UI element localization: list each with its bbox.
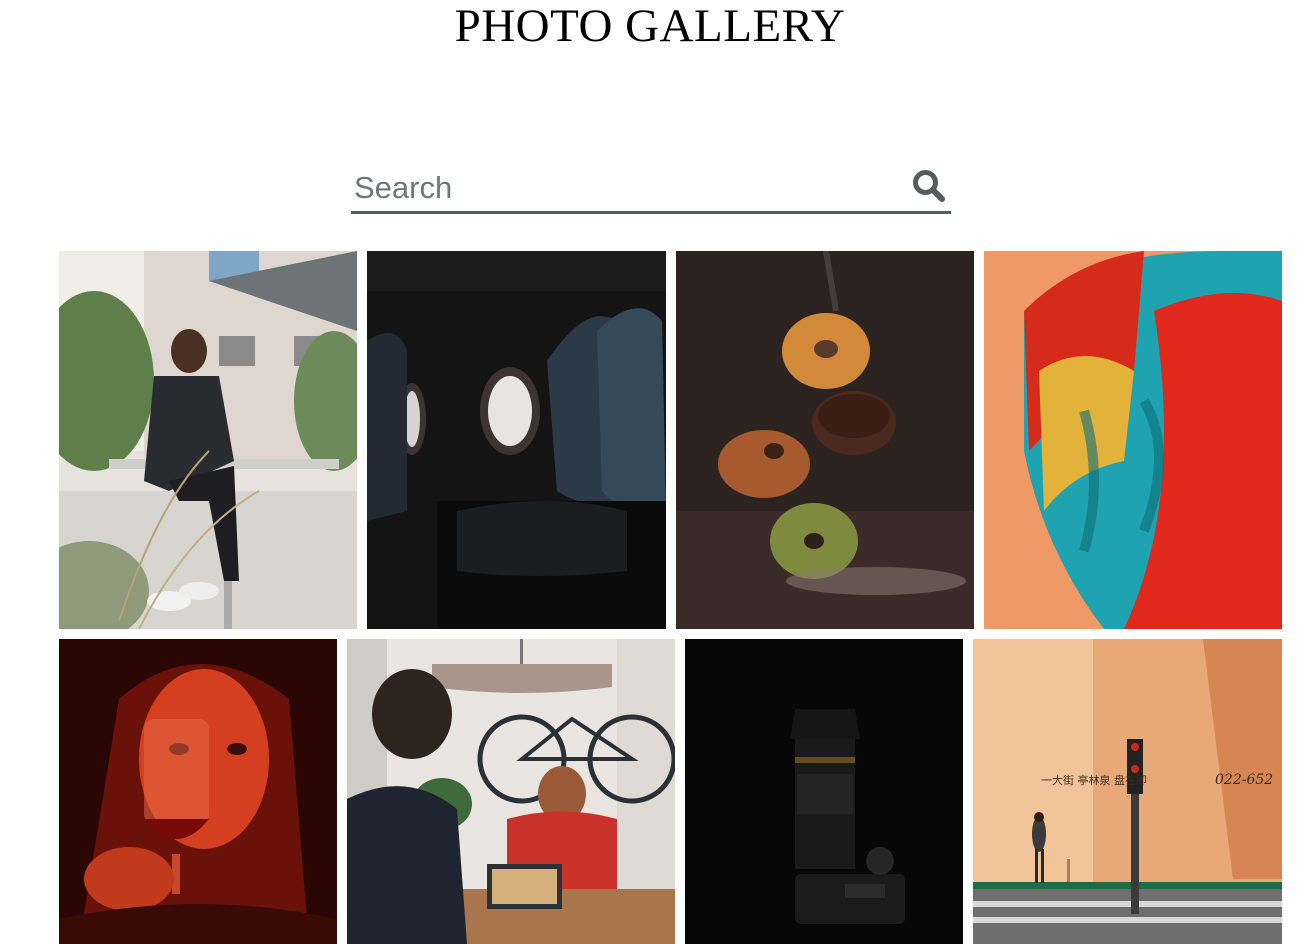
- gallery-photo-macaw[interactable]: [984, 251, 1282, 629]
- gallery-row: 一大街 亭林泉 盘在即 022-652: [59, 639, 1282, 944]
- search-input[interactable]: [354, 168, 894, 208]
- gallery-row: [59, 251, 1282, 629]
- page-title: PHOTO GALLERY: [454, 0, 846, 52]
- gallery-photo-donuts[interactable]: [676, 251, 974, 629]
- gallery-photo-camera[interactable]: [685, 639, 963, 944]
- search-icon: [913, 170, 945, 202]
- gallery-photo-businessman[interactable]: [59, 251, 357, 629]
- gallery-photo-airplane-cabin[interactable]: [367, 251, 666, 629]
- gallery-photo-woman-wine[interactable]: [59, 639, 337, 944]
- gallery-photo-office-meeting[interactable]: [347, 639, 675, 944]
- search-button[interactable]: [911, 168, 947, 204]
- gallery-photo-street-light[interactable]: 一大街 亭林泉 盘在即 022-652: [973, 639, 1282, 944]
- street-sign-text: 一大街 亭林泉 盘在即: [1041, 773, 1147, 787]
- search-bar: [351, 163, 951, 214]
- street-phone-text: 022-652: [1215, 772, 1273, 788]
